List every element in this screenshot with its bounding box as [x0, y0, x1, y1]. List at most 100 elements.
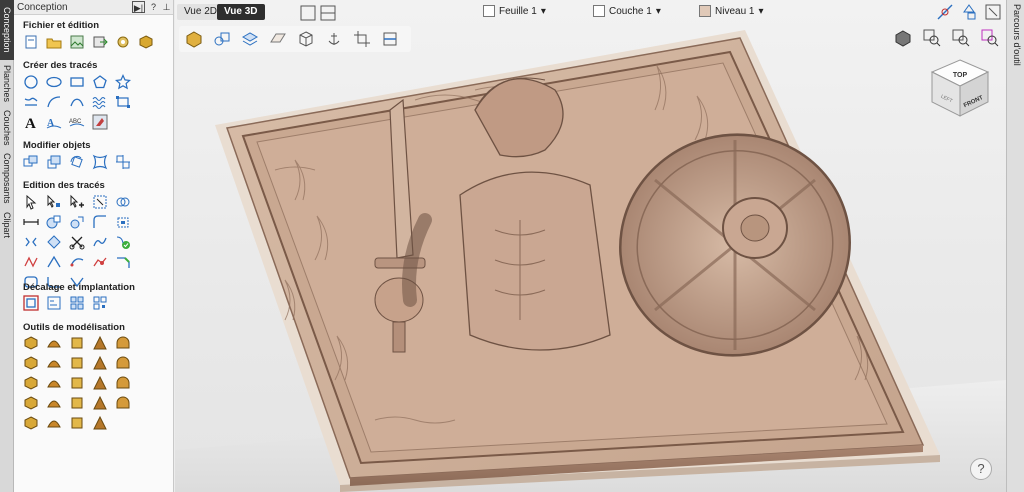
zoom-selection-icon[interactable]	[951, 28, 971, 48]
fit-curve-icon[interactable]	[68, 253, 86, 271]
sheet-dropdown[interactable]: Feuille 1 ▾	[483, 5, 546, 17]
gold-box-icon[interactable]	[183, 28, 205, 50]
arc-icon[interactable]	[45, 93, 63, 111]
tab-conception[interactable]: Conception	[0, 0, 14, 60]
align-icon[interactable]	[114, 153, 132, 171]
node-edit-icon[interactable]	[45, 193, 63, 211]
bevel-icon[interactable]	[45, 354, 63, 372]
offset-icon[interactable]	[114, 213, 132, 231]
dimension-icon[interactable]	[114, 93, 132, 111]
extrude-icon[interactable]	[68, 334, 86, 352]
tab-composants[interactable]: Composants	[0, 150, 14, 206]
chamfer-relief-icon[interactable]	[91, 394, 109, 412]
material-plate-icon[interactable]	[267, 28, 289, 50]
transform-icon[interactable]	[91, 193, 109, 211]
chamfer-icon[interactable]	[114, 253, 132, 271]
text-art-icon[interactable]: ABC	[68, 113, 86, 131]
validate-icon[interactable]	[114, 233, 132, 251]
text-on-path-icon[interactable]: A	[45, 113, 63, 131]
join-icon[interactable]	[68, 213, 86, 231]
view-cube[interactable]: TOP FRONT LEFT	[928, 58, 992, 118]
tab-toolpaths[interactable]: Parcours d'outil	[1012, 4, 1022, 66]
slice-icon[interactable]	[45, 374, 63, 392]
bezier-icon[interactable]	[91, 253, 109, 271]
tab-planches[interactable]: Planches	[0, 62, 14, 106]
cube-view-icon[interactable]	[295, 28, 317, 50]
snap-icon[interactable]	[936, 3, 954, 21]
cylinder-icon[interactable]	[22, 374, 40, 392]
rectangle-icon[interactable]	[68, 73, 86, 91]
dish-icon[interactable]	[45, 414, 63, 432]
layer-dropdown[interactable]: Couche 1 ▾	[593, 5, 661, 17]
fillet-icon[interactable]	[91, 213, 109, 231]
polygon-icon[interactable]	[91, 73, 109, 91]
array-copy-icon[interactable]	[68, 294, 86, 312]
ellipse-icon[interactable]	[45, 73, 63, 91]
scale-icon[interactable]	[45, 153, 63, 171]
wave-icon[interactable]	[91, 93, 109, 111]
new-file-icon[interactable]	[22, 33, 40, 51]
3d-viewport[interactable]: Vue 2D Vue 3D Feuille 1 ▾ Couche 1 ▾ Nivea…	[175, 0, 1006, 492]
line-icon[interactable]	[22, 93, 40, 111]
slice-view-icon[interactable]	[379, 28, 401, 50]
layers-icon[interactable]	[239, 28, 261, 50]
offset-vector-icon[interactable]	[22, 294, 40, 312]
distort-icon[interactable]	[91, 153, 109, 171]
mold-icon[interactable]	[91, 354, 109, 372]
fade-icon[interactable]	[91, 374, 109, 392]
curve-icon[interactable]	[68, 93, 86, 111]
tab-couches[interactable]: Couches	[0, 108, 14, 148]
weave-icon[interactable]	[91, 334, 109, 352]
tilt-icon[interactable]	[114, 374, 132, 392]
qr-code-icon[interactable]	[91, 294, 109, 312]
rotate-icon[interactable]	[68, 153, 86, 171]
circle-icon[interactable]	[22, 73, 40, 91]
settings-gem-icon[interactable]	[114, 33, 132, 51]
panel-help-button[interactable]: ?	[147, 1, 160, 13]
noise-icon[interactable]	[68, 394, 86, 412]
help-button[interactable]: ?	[970, 458, 992, 480]
level-dropdown[interactable]: Niveau 1 ▾	[699, 5, 764, 17]
sculpt-icon[interactable]	[68, 354, 86, 372]
shading-icon[interactable]	[893, 28, 913, 48]
lathe-icon[interactable]	[114, 354, 132, 372]
flatten-icon[interactable]	[114, 394, 132, 412]
frame-select-icon[interactable]	[984, 3, 1002, 21]
distort-relief-icon[interactable]	[68, 414, 86, 432]
zoom-extents-icon[interactable]	[922, 28, 942, 48]
select-node-icon[interactable]	[22, 193, 40, 211]
move-icon[interactable]	[22, 153, 40, 171]
colorize-icon[interactable]	[91, 414, 109, 432]
open-file-icon[interactable]	[45, 33, 63, 51]
close-vector-icon[interactable]	[45, 233, 63, 251]
array-icon[interactable]	[45, 253, 63, 271]
texture-icon[interactable]	[114, 334, 132, 352]
export-icon[interactable]	[91, 33, 109, 51]
gold-cube-icon[interactable]	[137, 33, 155, 51]
mirror-icon[interactable]	[22, 233, 40, 251]
weld-icon[interactable]	[114, 193, 132, 211]
import-image-icon[interactable]	[68, 33, 86, 51]
star-icon[interactable]	[114, 73, 132, 91]
cut-icon[interactable]	[68, 233, 86, 251]
view-3d-button[interactable]: Vue 3D	[217, 4, 265, 20]
smooth-relief-icon[interactable]	[45, 394, 63, 412]
panel-pin-button[interactable]: ▶|	[132, 1, 145, 13]
measure-icon[interactable]	[22, 213, 40, 231]
crop-view-icon[interactable]	[351, 28, 373, 50]
component-icon[interactable]	[22, 354, 40, 372]
nesting-icon[interactable]	[45, 294, 63, 312]
smooth-icon[interactable]	[22, 253, 40, 271]
shape-editor-icon[interactable]	[22, 334, 40, 352]
spline-icon[interactable]	[91, 233, 109, 251]
panel-close-button[interactable]: ⊥	[160, 1, 173, 13]
split-view-toggle[interactable]	[300, 5, 336, 21]
anchor-icon[interactable]	[323, 28, 345, 50]
shapes-icon[interactable]	[211, 28, 233, 50]
merge-icon[interactable]	[68, 374, 86, 392]
erase-icon[interactable]	[22, 414, 40, 432]
zoom-window-icon[interactable]	[980, 28, 1000, 48]
spin-icon[interactable]	[22, 394, 40, 412]
add-node-icon[interactable]	[68, 193, 86, 211]
dome-icon[interactable]	[45, 334, 63, 352]
